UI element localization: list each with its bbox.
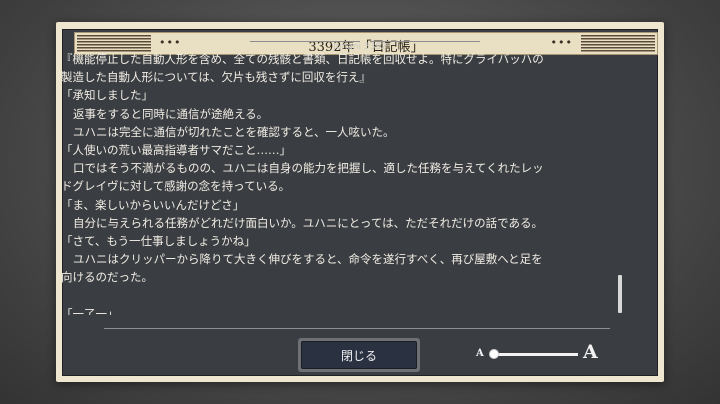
diary-text-line: 向けるのだった。: [61, 270, 153, 285]
font-size-slider[interactable]: [490, 353, 578, 356]
close-button-label: 閉じる: [301, 341, 417, 369]
diary-text-line: 返事をすると同時に通信が途絶える。: [73, 106, 269, 121]
close-button[interactable]: 閉じる: [298, 338, 420, 372]
diary-text-line: 自分に与えられる任務がどれだけ面白いか。ユハニにとっては、ただそれだけの話である…: [73, 215, 543, 230]
diary-text-line: 口ではそう不満がるものの、ユハニは自身の能力を把握し、適した任務を与えてくれたレ…: [73, 161, 544, 176]
font-size-large-icon: A: [583, 341, 598, 363]
diary-text-line: 製造した自動人形については、欠片も残さずに回収を行え』: [61, 70, 371, 85]
diary-text-line: ユハニはクリッパーから降りて大きく伸びをすると、命令を遂行すべく、再び屋敷へと足…: [73, 252, 543, 267]
diary-text-line: 「人使いの荒い最高指導者サマだこと……」: [61, 143, 291, 158]
subtitle-row: Juhani 3392: [0, 34, 720, 52]
scrollbar-thumb[interactable]: [618, 275, 622, 313]
subtitle-rule-right: [370, 41, 480, 42]
diary-text-line: ドグレイヴに対して感謝の念を持っている。: [61, 179, 291, 194]
diary-text-line: 「さて、もう一仕事しましょうかね」: [61, 234, 256, 249]
diary-text-area[interactable]: 『機能停止した自動人形を含め、全ての残骸と書類、日記帳を回収せよ。特にグライバッ…: [47, 50, 599, 315]
diary-text-line: [61, 287, 599, 305]
diary-text-line: 「一了一」: [61, 306, 119, 315]
diary-text-line: ユハニは完全に通信が切れたことを確認すると、一人呟いた。: [73, 124, 395, 139]
footer-divider: [104, 328, 610, 329]
diary-text-line: 「承知しました」: [61, 88, 153, 103]
font-size-slider-knob[interactable]: [489, 349, 499, 359]
font-size-small-icon: A: [476, 348, 484, 359]
diary-text-line: 『機能停止した自動人形を含め、全ての残骸と書類、日記帳を回収せよ。特にグライバッ…: [61, 52, 544, 66]
diary-text-line: 「ま、楽しいからいいんだけどさ」: [61, 197, 245, 212]
